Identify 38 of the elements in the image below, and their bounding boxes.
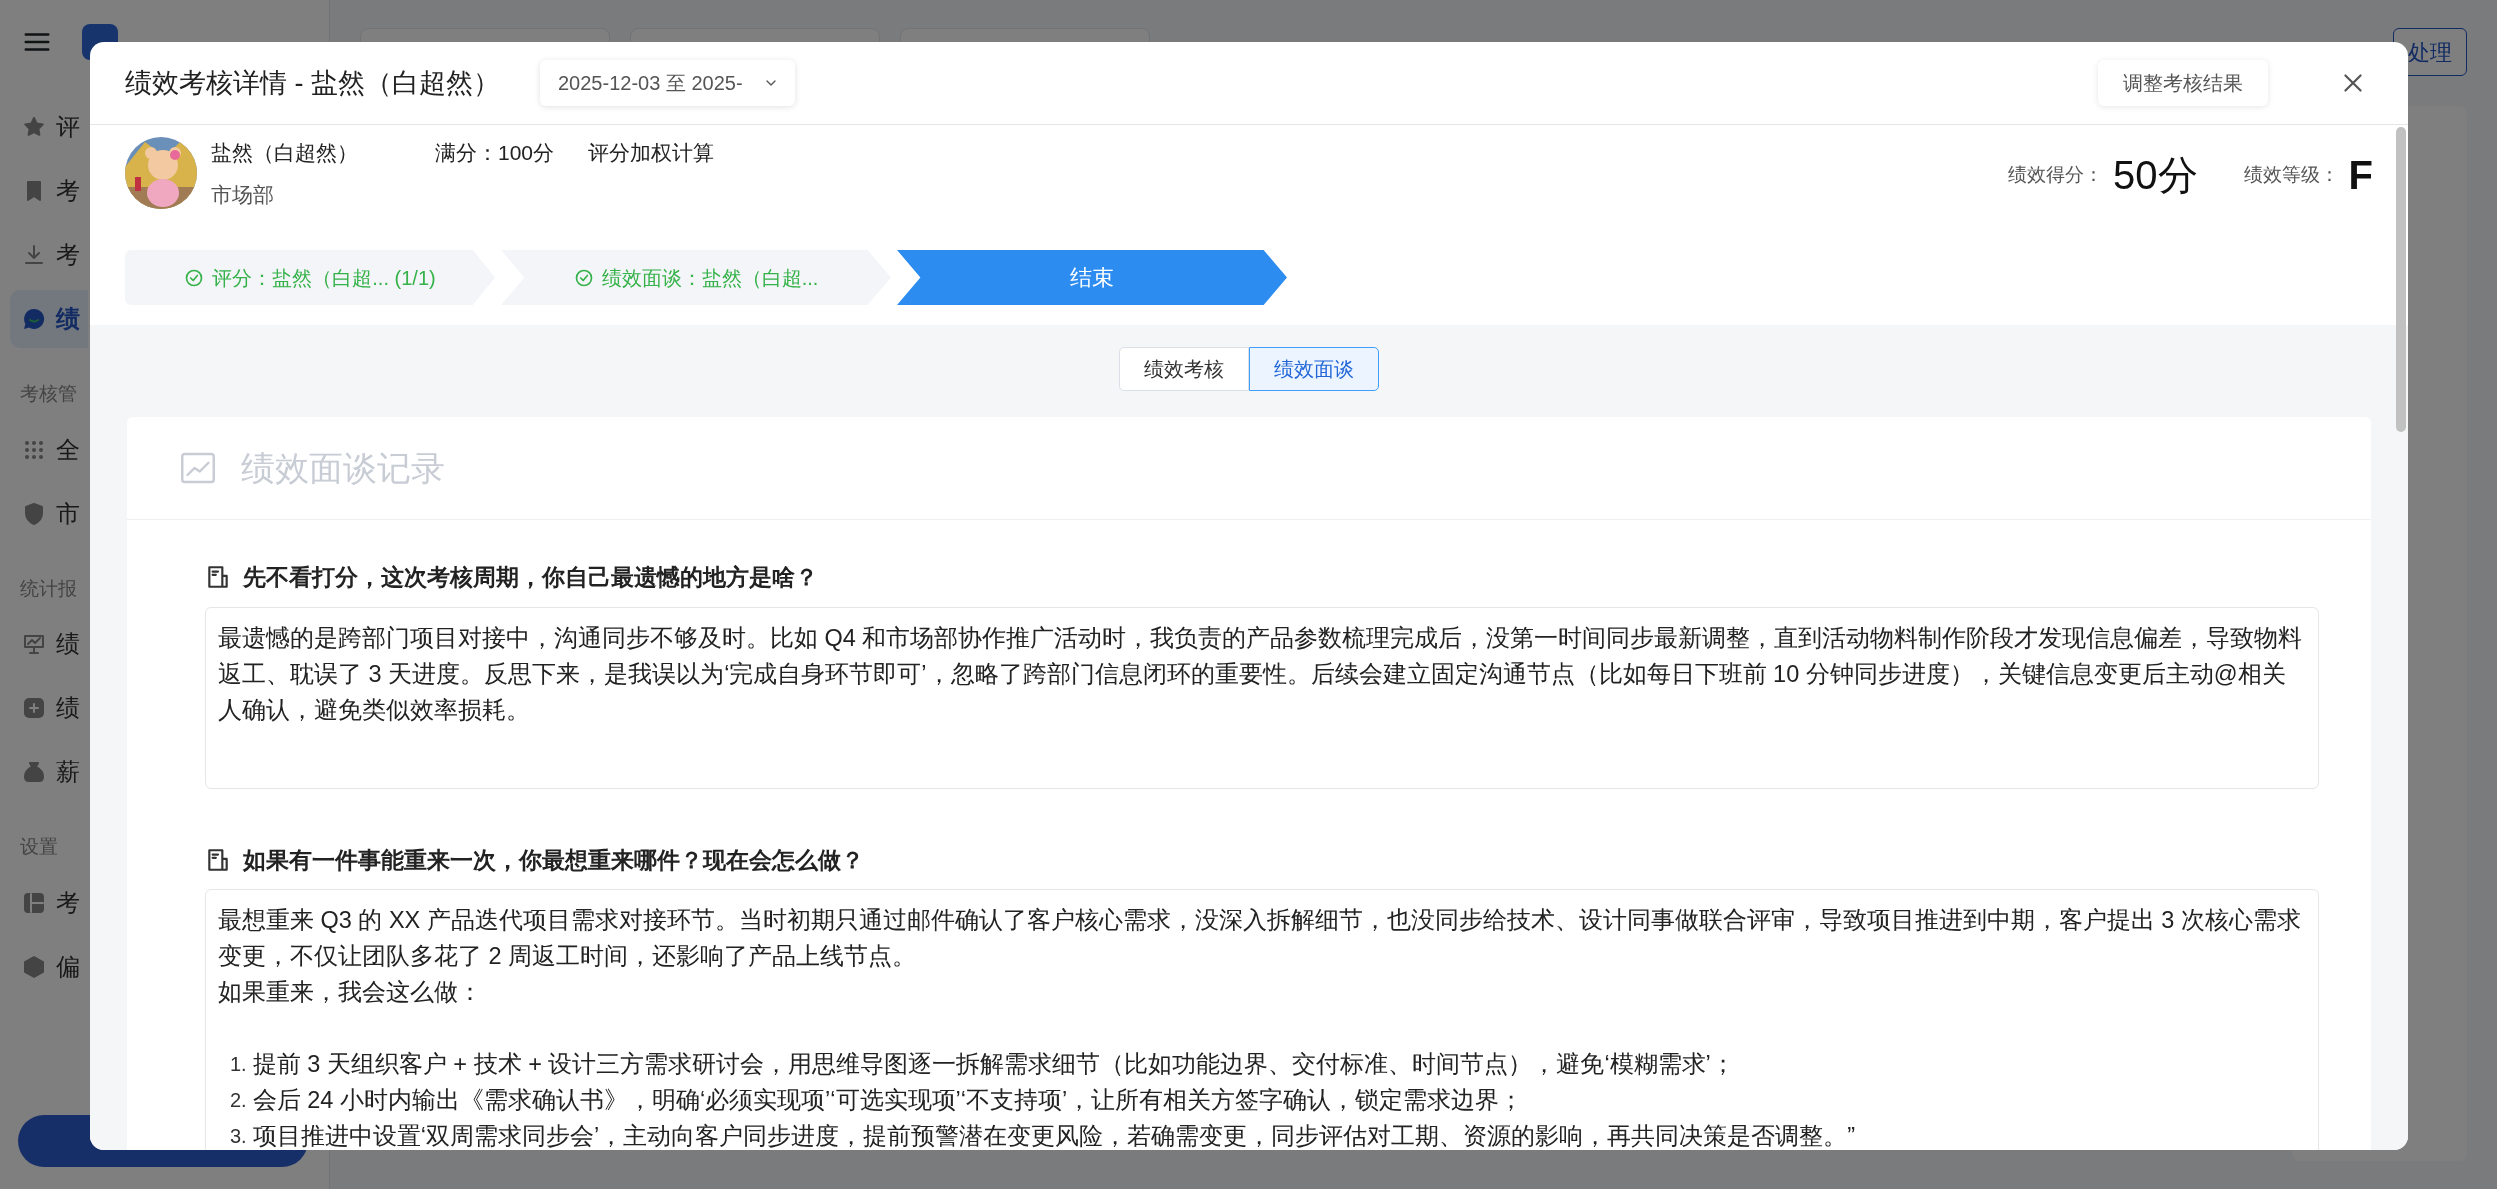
full-score-label: 满分：100分: [435, 140, 555, 166]
list-number: 3.: [230, 1124, 247, 1149]
department-label: 市场部: [211, 181, 275, 208]
score-value: 50分: [2113, 152, 2198, 199]
date-range-text: 2025-12-03 至 2025-: [558, 71, 743, 96]
section-label: 设置: [19, 835, 58, 859]
progress-step: 评分：盐然（白超... (1/1): [125, 250, 495, 305]
sidebar-item-label: 绩: [56, 693, 80, 723]
sidebar-item-label: 考: [56, 887, 80, 918]
answer-text: 最遗憾的是跨部门项目对接中，沟通同步不够及时。比如 Q4 和市场部协作推广活动时，我负责的产品参数梳理完成后，没第一时间同步最新调整，直到活动物料制作阶段才发现信息偏差，导致物料返工、耽误了 3 天进度。反思下来，是我误以为‘完成自身环节即可’，忽略了跨部门信息闭环的重要性。后续会建立固定沟通节点（比如每日下班前 10 分钟同步进度），关键信息变更后主动@相关人确认，避免类似效率损耗。: [218, 623, 2304, 725]
answer-text: 最想重来 Q3 的 XX 产品迭代项目需求对接环节。当时初期只通过邮件确认了客户核心需求，没深入拆解细节，也没同步给技术、设计同事做联合评审，导致项目推进到中期，客户提出 3 次核心需求变更，不仅让团队多花了 2 周返工时间，还影响了产品上线节点。: [218, 906, 2302, 971]
sidebar-item-label: 评: [56, 112, 80, 142]
section-label: 统计报: [19, 576, 77, 601]
sidebar-item-label: 偏: [56, 951, 80, 982]
question-text: 先不看打分，这次考核周期，你自己最遗憾的地方是啥？: [243, 563, 818, 592]
sidebar-item-label: 全: [56, 434, 80, 465]
progress-step: 绩效面谈：盐然（白超...: [501, 250, 891, 305]
employee-name: 盐然（白超然）: [211, 140, 359, 166]
question-text: 如果有一件事能重来一次，你最想重来哪件？现在会怎么做？: [243, 845, 864, 875]
sidebar-item-label: 绩: [56, 304, 80, 334]
sidebar-item-label: 考: [56, 176, 80, 206]
answer-list-item: 会后 24 小时内输出《需求确认书》，明确‘必须实现项’‘可选实现项’‘不支持项’，让所有相关方签字确认，锁定需求边界；: [252, 1086, 1524, 1115]
section-label: 考核管: [19, 382, 77, 406]
answer-list-item: 项目推进中设置‘双周需求同步会’，主动向客户同步进度，提前预警潜在变更风险，若确需变更，同步评估对工期、资源的影响，再共同决策是否调整。”: [252, 1122, 1855, 1150]
progress-step: 结束: [897, 250, 1287, 305]
list-number: 1.: [230, 1052, 247, 1077]
sidebar-item-label: 绩: [56, 629, 80, 659]
grade-label: 绩效等级：: [2243, 162, 2339, 187]
modal-title: 绩效考核详情 - 盐然（白超然）: [125, 66, 500, 100]
grade-value: F: [2348, 152, 2373, 199]
list-number: 2.: [230, 1088, 247, 1113]
sidebar-item-label: 薪: [56, 757, 80, 787]
answer-text: 如果重来，我会这么做：: [218, 978, 483, 1007]
calc-method-label: 评分加权计算: [588, 140, 715, 166]
answer-list-item: 提前 3 天组织客户 + 技术 + 设计三方需求研讨会，用思维导图逐一拆解需求细节（比如功能边界、交付标准、时间节点），避免‘模糊需求’；: [252, 1050, 1735, 1079]
sidebar-item-label: 市: [56, 498, 80, 529]
score-label: 绩效得分：: [2008, 162, 2104, 187]
sidebar-item-label: 考: [56, 240, 80, 270]
